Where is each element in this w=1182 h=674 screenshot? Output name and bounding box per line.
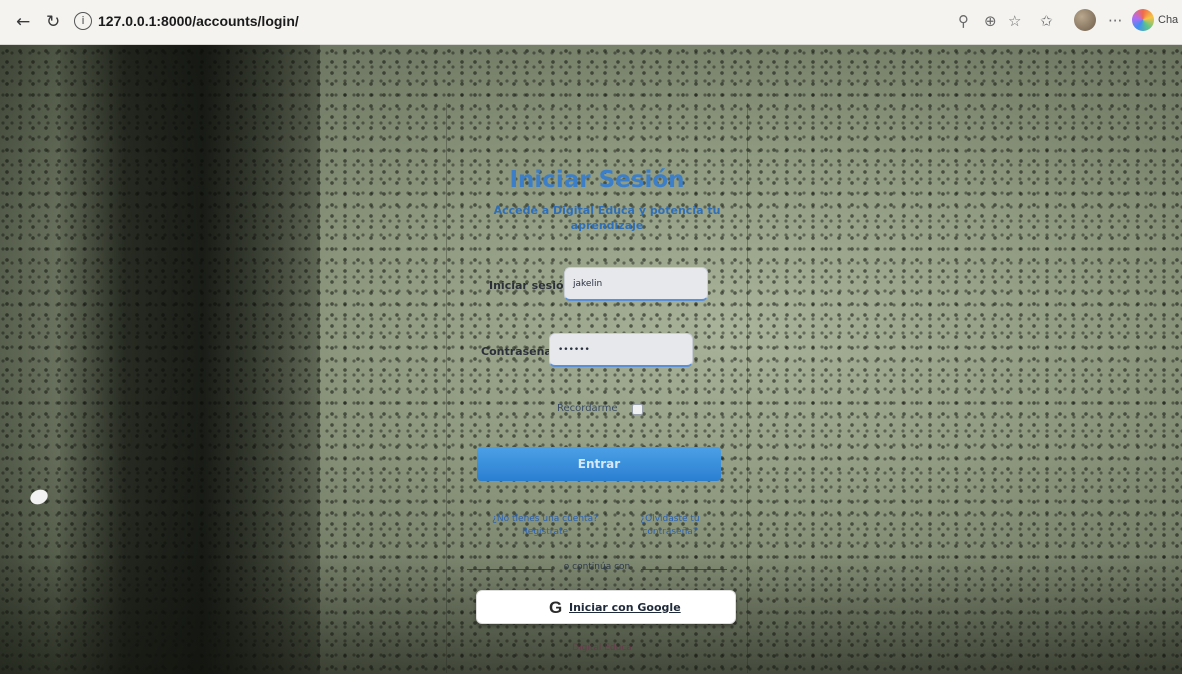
copilot-icon[interactable]	[1132, 9, 1154, 31]
google-login-button[interactable]: G Iniciar con Google	[476, 590, 736, 624]
username-label: Iniciar sesión:	[489, 279, 576, 292]
register-link[interactable]: Regístrate	[485, 526, 605, 539]
divider-text: o continúa con	[563, 562, 631, 572]
login-card: Iniciar Sesión Accede a Digital Educa y …	[446, 103, 748, 673]
login-subtitle: Accede a Digital Educa y potencia tu apr…	[493, 204, 721, 232]
more-icon[interactable]: ···	[1108, 11, 1122, 31]
remember-me-checkbox[interactable]	[632, 404, 643, 415]
search-icon[interactable]: ⚲	[958, 11, 969, 31]
favorite-star-icon[interactable]: ☆	[1008, 11, 1021, 31]
page-background: Iniciar Sesión Accede a Digital Educa y …	[0, 45, 1182, 674]
back-arrow-icon[interactable]: ←	[16, 12, 30, 32]
favorites-icon[interactable]: ✩	[1040, 11, 1053, 31]
login-title: Iniciar Sesión	[509, 167, 685, 193]
address-bar-url[interactable]: 127.0.0.1:8000/accounts/login/	[98, 13, 299, 29]
google-login-label: Iniciar con Google	[569, 601, 681, 614]
forgot-password-link[interactable]: ¿Olvidaste tu contraseña?	[625, 513, 715, 539]
username-input[interactable]: jakelin	[564, 267, 708, 301]
footer-text: Digital Educa	[572, 643, 632, 653]
copilot-label[interactable]: Cha	[1158, 14, 1178, 26]
google-icon: G	[549, 598, 563, 617]
reload-icon[interactable]: ↻	[46, 12, 60, 32]
zoom-icon[interactable]: ⊕	[984, 11, 997, 31]
register-prompt: ¿No tienes una cuenta?	[492, 514, 598, 524]
divider-line-left	[467, 569, 553, 570]
divider-line-right	[641, 569, 727, 570]
password-label: Contraseña:	[481, 345, 557, 358]
remember-me-label: Recordarme	[557, 403, 618, 414]
profile-avatar[interactable]	[1074, 9, 1096, 31]
password-input[interactable]: ••••••	[549, 333, 693, 367]
browser-toolbar: ← ↻ i 127.0.0.1:8000/accounts/login/ ⚲ ⊕…	[0, 0, 1182, 45]
info-icon[interactable]: i	[74, 12, 92, 30]
login-submit-button[interactable]: Entrar	[477, 447, 721, 481]
